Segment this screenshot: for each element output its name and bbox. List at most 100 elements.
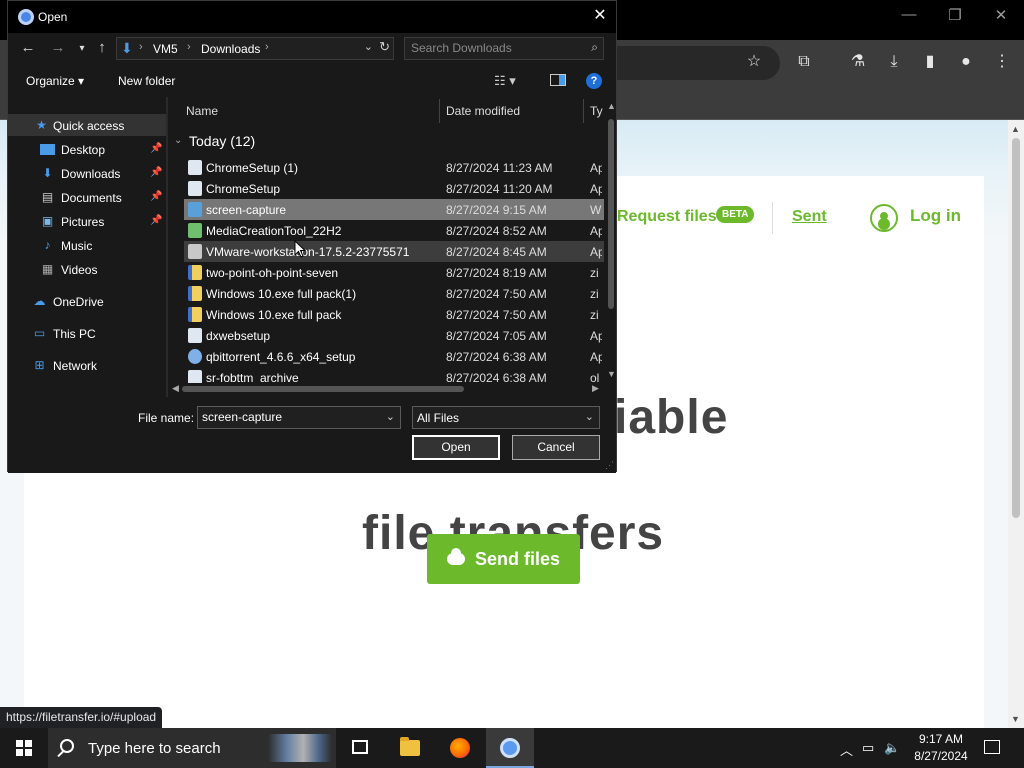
- open-button[interactable]: Open: [412, 435, 500, 460]
- nav-item-onedrive[interactable]: ☁ OneDrive: [8, 290, 166, 312]
- file-list-vertical-scrollbar[interactable]: ▲ ▼: [606, 97, 616, 383]
- computer-icon: ▭: [33, 326, 46, 340]
- address-dropdown-icon[interactable]: ⌄: [364, 40, 373, 53]
- group-header-today[interactable]: Today (12): [189, 133, 255, 149]
- breadcrumb-downloads[interactable]: Downloads: [201, 42, 260, 56]
- file-explorer-button[interactable]: [386, 728, 434, 768]
- file-row[interactable]: dxwebsetup 8/27/2024 7:05 AM Ap: [184, 325, 604, 346]
- file-name: screen-capture: [206, 203, 287, 217]
- file-row-hover[interactable]: VMware-workstation-17.5.2-23775571 8/27/…: [184, 241, 604, 262]
- network-tray-icon[interactable]: ▭: [862, 740, 874, 756]
- search-icon[interactable]: ⌕: [591, 40, 598, 55]
- windows-start-icon[interactable]: [0, 728, 48, 768]
- file-name-combobox[interactable]: ⌄: [197, 406, 401, 429]
- file-row[interactable]: qbittorrent_4.6.6_x64_setup 8/27/2024 6:…: [184, 346, 604, 367]
- menu-icon[interactable]: ⋮: [992, 52, 1012, 72]
- forward-arrow-icon[interactable]: →: [48, 39, 68, 56]
- breadcrumb-separator-icon[interactable]: ›: [139, 41, 143, 53]
- nav-item-documents[interactable]: ▤ Documents 📌: [8, 186, 166, 208]
- column-header-type[interactable]: Ty: [590, 104, 603, 118]
- recent-locations-chevron-icon[interactable]: ▾: [72, 43, 92, 54]
- scroll-right-icon[interactable]: ▶: [592, 383, 599, 394]
- scrollbar-thumb[interactable]: [1012, 138, 1020, 518]
- refresh-icon[interactable]: ↻: [379, 39, 390, 55]
- scroll-down-icon[interactable]: ▼: [607, 369, 616, 379]
- clock-time[interactable]: 9:17 AM: [912, 732, 970, 746]
- task-view-button[interactable]: [336, 728, 384, 768]
- file-type-select[interactable]: All Files ⌄: [412, 406, 600, 429]
- side-panel-icon[interactable]: ▮: [920, 52, 940, 72]
- file-row[interactable]: Windows 10.exe full pack 8/27/2024 7:50 …: [184, 304, 604, 325]
- chevron-down-icon[interactable]: ⌄: [386, 410, 395, 423]
- maximize-icon[interactable]: ❐: [932, 6, 978, 24]
- new-folder-button[interactable]: New folder: [118, 74, 175, 88]
- download-icon[interactable]: ⤓: [884, 52, 904, 72]
- labs-flask-icon[interactable]: ⚗: [848, 52, 868, 72]
- help-icon[interactable]: ?: [586, 73, 602, 89]
- chrome-taskbar-button[interactable]: [486, 728, 534, 768]
- file-name-input[interactable]: [202, 410, 378, 424]
- back-arrow-icon[interactable]: ←: [18, 39, 38, 56]
- change-view-icon[interactable]: ☷ ▾: [494, 73, 516, 89]
- sent-link[interactable]: Sent: [792, 208, 827, 226]
- nav-item-quick-access[interactable]: ★ Quick access: [8, 114, 166, 136]
- search-input[interactable]: [411, 41, 581, 55]
- login-link[interactable]: Log in: [910, 206, 961, 226]
- send-files-button[interactable]: Send files: [427, 534, 580, 584]
- organize-button[interactable]: Organize ▾: [26, 74, 84, 88]
- notification-icon[interactable]: [984, 740, 1000, 754]
- nav-item-desktop[interactable]: Desktop 📌: [8, 138, 166, 160]
- search-box[interactable]: ⌕: [404, 37, 604, 60]
- file-list-horizontal-scrollbar[interactable]: ◀ ▶: [168, 383, 604, 395]
- chrome-app-icon: [18, 9, 34, 25]
- nav-item-videos[interactable]: ▦ Videos: [8, 258, 166, 280]
- file-row[interactable]: MediaCreationTool_22H2 8/27/2024 8:52 AM…: [184, 220, 604, 241]
- dialog-close-icon[interactable]: ✕: [590, 5, 610, 27]
- nav-item-pictures[interactable]: ▣ Pictures 📌: [8, 210, 166, 232]
- minimize-icon[interactable]: —: [886, 6, 932, 23]
- firefox-button[interactable]: [436, 728, 484, 768]
- page-scrollbar[interactable]: ▲ ▼: [1008, 120, 1024, 728]
- file-row[interactable]: Windows 10.exe full pack(1) 8/27/2024 7:…: [184, 283, 604, 304]
- scroll-down-icon[interactable]: ▼: [1011, 714, 1020, 724]
- taskbar-search[interactable]: Type here to search: [48, 728, 336, 768]
- up-arrow-icon[interactable]: ↑: [92, 39, 112, 56]
- bookmark-star-icon[interactable]: ☆: [744, 52, 764, 72]
- resize-grip-icon[interactable]: ⋰: [605, 460, 614, 471]
- column-header-date[interactable]: Date modified: [446, 104, 520, 118]
- column-divider[interactable]: [583, 99, 584, 123]
- nav-item-music[interactable]: ♪ Music: [8, 234, 166, 256]
- dialog-address-bar[interactable]: ⬇ › VM5 › Downloads › ⌄ ↻: [116, 37, 394, 60]
- file-row[interactable]: ChromeSetup 8/27/2024 11:20 AM Ap: [184, 178, 604, 199]
- file-row[interactable]: ChromeSetup (1) 8/27/2024 11:23 AM Ap: [184, 157, 604, 178]
- scroll-left-icon[interactable]: ◀: [172, 383, 179, 394]
- chevron-down-icon[interactable]: ⌄: [585, 410, 594, 423]
- scroll-up-icon[interactable]: ▲: [1011, 124, 1020, 134]
- column-divider[interactable]: [439, 99, 440, 123]
- nav-item-network[interactable]: ⊞ Network: [8, 354, 166, 376]
- breadcrumb-separator-icon[interactable]: ›: [187, 41, 191, 53]
- nav-item-this-pc[interactable]: ▭ This PC: [8, 322, 166, 344]
- file-row[interactable]: two-point-oh-point-seven 8/27/2024 8:19 …: [184, 262, 604, 283]
- file-date: 8/27/2024 7:50 AM: [446, 308, 547, 322]
- scroll-up-icon[interactable]: ▲: [607, 101, 616, 111]
- tray-chevron-up-icon[interactable]: ︿: [840, 740, 853, 759]
- nav-item-label: Desktop: [61, 143, 106, 157]
- extensions-icon[interactable]: ⧉: [794, 52, 814, 72]
- volume-muted-icon[interactable]: 🔈: [884, 740, 900, 756]
- close-window-icon[interactable]: ✕: [978, 6, 1024, 24]
- breadcrumb-vm5[interactable]: VM5: [153, 42, 178, 56]
- nav-item-downloads[interactable]: ⬇ Downloads 📌: [8, 162, 166, 184]
- scrollbar-thumb[interactable]: [182, 386, 464, 392]
- column-header-name[interactable]: Name: [186, 104, 218, 118]
- cancel-button[interactable]: Cancel: [512, 435, 600, 460]
- breadcrumb-separator-icon[interactable]: ›: [265, 41, 269, 53]
- request-files-link[interactable]: Request files: [617, 208, 717, 226]
- scrollbar-thumb[interactable]: [608, 119, 614, 309]
- clock-date[interactable]: 8/27/2024: [910, 749, 972, 763]
- profile-icon[interactable]: ●: [956, 52, 976, 72]
- user-icon[interactable]: [870, 204, 898, 232]
- file-row-selected[interactable]: screen-capture 8/27/2024 9:15 AM W: [184, 199, 604, 220]
- group-collapse-chevron-icon[interactable]: ⌄: [174, 135, 182, 146]
- preview-pane-icon[interactable]: [550, 74, 566, 86]
